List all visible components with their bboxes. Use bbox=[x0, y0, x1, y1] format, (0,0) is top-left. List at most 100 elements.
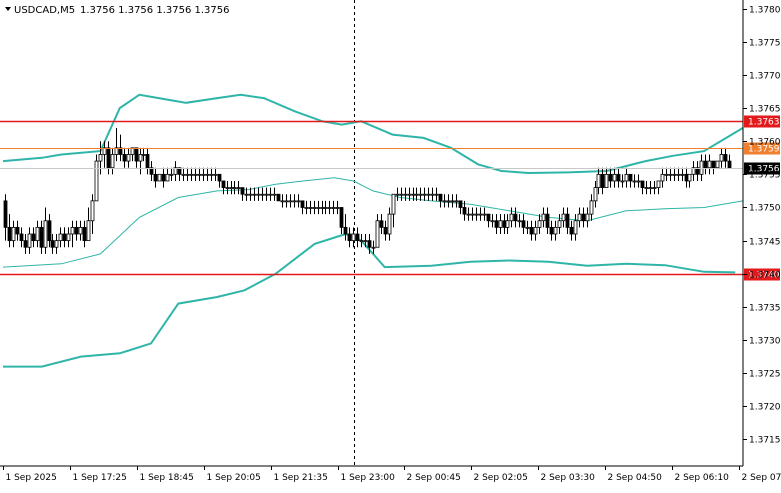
candle-body-bull bbox=[720, 154, 723, 161]
candle-body-bull bbox=[313, 207, 316, 208]
candle-body-bull bbox=[716, 161, 719, 168]
candle-body-bull bbox=[408, 194, 411, 195]
candle-body-bull bbox=[305, 207, 308, 208]
candle-body-bull bbox=[91, 201, 94, 221]
candle-body-bull bbox=[55, 241, 58, 248]
candle-body-bull bbox=[309, 207, 312, 208]
candle-body-bear bbox=[75, 227, 78, 234]
candle-body-bear bbox=[24, 241, 27, 248]
candle-body-bear bbox=[550, 227, 553, 234]
candle-body-bear bbox=[495, 221, 498, 228]
candle-body-bull bbox=[542, 214, 545, 221]
candle-body-bear bbox=[459, 201, 462, 208]
x-tick-label: 2 Sep 03:30 bbox=[541, 473, 596, 483]
candle-body-bear bbox=[685, 174, 688, 181]
candle-body-bull bbox=[293, 201, 296, 202]
candle-body-bull bbox=[376, 221, 379, 248]
candle-body-bull bbox=[605, 174, 608, 187]
candle-body-bear bbox=[530, 227, 533, 234]
candle-body-bull bbox=[451, 201, 454, 202]
candle-body-bull bbox=[230, 188, 233, 189]
candle-body-bull bbox=[273, 194, 276, 195]
candle-body-bull bbox=[321, 207, 324, 208]
candle-body-bear bbox=[348, 234, 351, 241]
candle-body-bear bbox=[439, 194, 442, 201]
candle-body-bear bbox=[601, 174, 604, 187]
candle-body-bear bbox=[704, 161, 707, 168]
candle-body-bull bbox=[412, 194, 415, 195]
candle-body-bull bbox=[554, 227, 557, 234]
candle-body-bull bbox=[166, 174, 169, 181]
candle-body-bear bbox=[570, 227, 573, 234]
candle-body-bull bbox=[645, 188, 648, 189]
y-tick-label: 1.3735 bbox=[749, 304, 781, 314]
candle-body-bear bbox=[107, 148, 110, 168]
candle-body-bull bbox=[518, 221, 521, 222]
candle-body-bull bbox=[297, 201, 300, 202]
candle-body-bull bbox=[360, 241, 363, 242]
candle-body-bear bbox=[32, 234, 35, 241]
candle-body-bull bbox=[210, 174, 213, 175]
x-tick-label: 1 Sep 18:45 bbox=[140, 473, 194, 483]
candle-body-bull bbox=[67, 234, 70, 241]
y-tick-label: 1.3760 bbox=[749, 138, 781, 148]
candle-body-bear bbox=[344, 227, 347, 234]
candle-body-bull bbox=[688, 174, 691, 181]
candle-body-bull bbox=[597, 174, 600, 187]
candle-body-bull bbox=[158, 174, 161, 181]
candle-body-bull bbox=[139, 154, 142, 161]
candle-body-bull bbox=[578, 214, 581, 221]
candle-body-bull bbox=[59, 234, 62, 241]
candle-body-bull bbox=[404, 194, 407, 195]
candle bbox=[716, 161, 719, 168]
candle-body-bull bbox=[649, 188, 652, 189]
candle-body-bear bbox=[503, 221, 506, 228]
candle-body-bull bbox=[364, 241, 367, 242]
candle-body-bear bbox=[641, 181, 644, 188]
candle-body-bear bbox=[146, 154, 149, 167]
y-tick-label: 1.3755 bbox=[749, 171, 781, 181]
price-chart: 1.37631.37591.37401.3756 1.37801.37751.3… bbox=[0, 0, 781, 489]
candle-body-bear bbox=[340, 207, 343, 227]
candle-body-bull bbox=[558, 221, 561, 228]
candle-body-bull bbox=[475, 214, 478, 215]
candle-body-bull bbox=[269, 194, 272, 195]
candle-body-bull bbox=[483, 214, 486, 215]
candle-body-bull bbox=[590, 201, 593, 214]
candle-body-bull bbox=[261, 194, 264, 195]
candle-body-bear bbox=[522, 221, 525, 228]
y-tick-label: 1.3745 bbox=[749, 238, 781, 248]
candle-body-bull bbox=[637, 181, 640, 182]
y-tick-label: 1.3720 bbox=[749, 403, 781, 413]
candle-body-bull bbox=[388, 214, 391, 234]
candle-body-bull bbox=[202, 174, 205, 175]
candle-body-bull bbox=[400, 194, 403, 195]
candle-body-bear bbox=[617, 174, 620, 181]
chart-background bbox=[0, 0, 781, 489]
candle-body-bull bbox=[586, 214, 589, 221]
candle-body-bull bbox=[538, 221, 541, 228]
y-tick-label: 1.3780 bbox=[749, 6, 781, 16]
candle-body-bear bbox=[582, 214, 585, 221]
x-tick-label: 2 Sep 00:45 bbox=[407, 473, 461, 483]
candle-body-bull bbox=[44, 221, 47, 248]
candle-body-bull bbox=[499, 221, 502, 228]
candle-body-bull bbox=[562, 214, 565, 221]
candle-body-bull bbox=[190, 174, 193, 175]
candle-body-bear bbox=[356, 234, 359, 241]
candle-body-bear bbox=[40, 227, 43, 247]
x-tick-label: 1 Sep 21:35 bbox=[274, 473, 328, 483]
candle-body-bear bbox=[20, 234, 23, 241]
candle-body-bull bbox=[708, 161, 711, 168]
candle-body-bear bbox=[609, 174, 612, 181]
candle-body-bull bbox=[99, 154, 102, 161]
candle-body-bull bbox=[265, 194, 268, 195]
candle-body-bear bbox=[48, 221, 51, 241]
candle-body-bull bbox=[661, 174, 664, 181]
candle-body-bull bbox=[625, 174, 628, 181]
x-tick-label: 1 Sep 20:05 bbox=[207, 473, 261, 483]
candle-body-bull bbox=[526, 227, 529, 228]
x-tick-label: 1 Sep 17:25 bbox=[73, 473, 127, 483]
candle-body-bear bbox=[301, 201, 304, 208]
candle-body-bull bbox=[352, 234, 355, 241]
